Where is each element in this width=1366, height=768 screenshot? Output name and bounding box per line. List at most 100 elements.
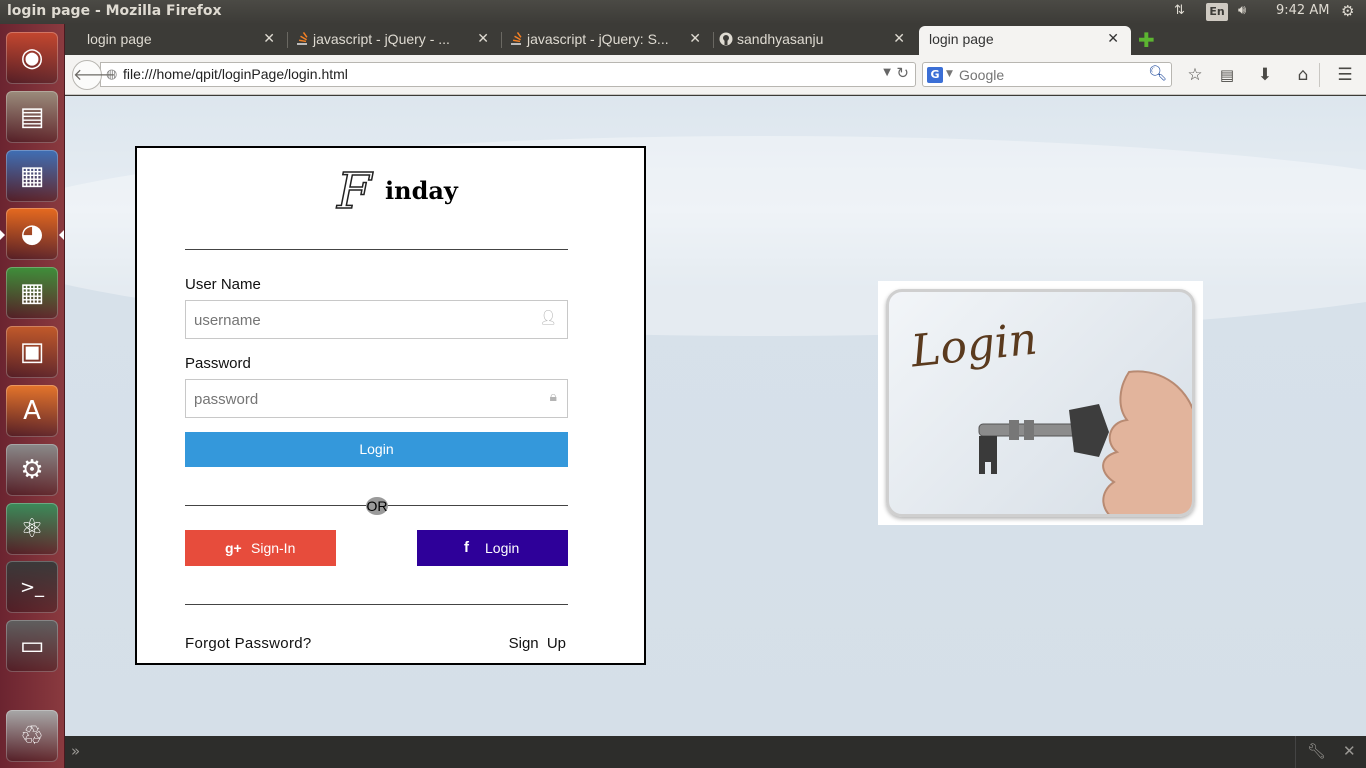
libreoffice-impress-glyph: ▣ (19, 337, 45, 367)
login-button[interactable]: Login (185, 432, 568, 467)
username-field[interactable]: 👤︎ (185, 300, 568, 339)
tab-label: javascript - jQuery: S... (527, 31, 669, 47)
stackoverflow-icon (297, 32, 308, 45)
facebook-login-button[interactable]: f Login (417, 530, 568, 566)
focused-indicator (59, 230, 64, 240)
tab-label: login page (87, 31, 152, 47)
trash-glyph: ♲ (20, 721, 44, 751)
magnifier-icon[interactable]: 🔍︎ (1148, 64, 1167, 82)
login-image-frame: Login (886, 289, 1195, 517)
tab-login-page-active[interactable]: login page ✕ (919, 26, 1131, 55)
bottom-bar: » 🔧︎ ✕ (65, 736, 1366, 768)
double-chevron-right-icon[interactable]: » (71, 742, 80, 760)
launcher: ◉ ▤ ▦ ◕ ▦ ▣ A ⚙ ⚛ >_ ▭ ♲ (0, 24, 65, 768)
sign-up-link[interactable]: Sign Up (509, 635, 566, 652)
files-glyph: ▤ (19, 102, 45, 132)
bookmark-star-icon[interactable]: ☆ (1183, 63, 1207, 87)
reload-icon[interactable]: ↻ (896, 64, 909, 82)
password-label: Password (185, 355, 251, 372)
github-icon (719, 32, 733, 46)
close-icon[interactable]: ✕ (689, 31, 701, 47)
tab-jquery-1[interactable]: javascript - jQuery - ... ✕ (291, 26, 501, 55)
terminal-glyph: >_ (19, 576, 45, 598)
search-input[interactable] (959, 65, 1149, 85)
software-center-glyph: A (23, 396, 41, 426)
wrench-icon[interactable]: 🔧︎ (1307, 742, 1326, 760)
tab-label: javascript - jQuery - ... (313, 31, 450, 47)
keyboard-layout-indicator[interactable]: En (1206, 3, 1228, 21)
login-card: F inday User Name 👤︎ Password 🔒︎ Login O… (135, 146, 646, 665)
divider-top (185, 249, 568, 250)
atom-editor-glyph: ⚛ (20, 514, 44, 544)
or-divider-label: OR (366, 497, 388, 515)
close-icon[interactable]: ✕ (263, 31, 275, 47)
tab-label: login page (929, 31, 994, 47)
password-input[interactable] (194, 388, 534, 410)
username-label: User Name (185, 276, 261, 293)
google-engine-icon[interactable]: G (927, 67, 943, 83)
firefox-icon[interactable]: ◕ (6, 208, 58, 260)
navigation-toolbar: ◍ file:///home/qpit/loginPage/login.html… (65, 55, 1366, 95)
save-disk-icon[interactable]: ▭ (6, 620, 58, 672)
tab-jquery-2[interactable]: javascript - jQuery: S... ✕ (505, 26, 713, 55)
libreoffice-calc-glyph: ▦ (19, 278, 45, 308)
search-bar[interactable]: G ▼ 🔍︎ (922, 62, 1172, 87)
system-settings-icon[interactable]: ⚙ (6, 444, 58, 496)
new-tab-plus-icon[interactable]: ✚ (1138, 28, 1155, 52)
tab-strip: login page ✕ javascript - jQuery - ... ✕… (65, 24, 1366, 55)
terminal-icon[interactable]: >_ (6, 561, 58, 613)
software-center-icon[interactable]: A (6, 385, 58, 437)
divider-bottom (185, 604, 568, 605)
user-icon: 👤︎ (539, 310, 557, 326)
libreoffice-impress-icon[interactable]: ▣ (6, 326, 58, 378)
url-text[interactable]: file:///home/qpit/loginPage/login.html (123, 66, 348, 82)
facebook-icon: f (464, 539, 469, 556)
forgot-password-link[interactable]: Forgot Password? (185, 635, 312, 652)
close-icon[interactable]: ✕ (477, 31, 489, 47)
system-top-bar: login page - Mozilla Firefox ⇅ En 🔊︎ 9:4… (0, 0, 1366, 24)
chevron-down-icon[interactable]: ▼ (946, 69, 953, 79)
ubuntu-dash-icon[interactable]: ◉ (6, 32, 58, 84)
gear-icon[interactable]: ⚙ (1341, 2, 1354, 20)
speaker-icon[interactable]: 🔊︎ (1238, 3, 1246, 18)
toolbar-separator (1319, 63, 1320, 87)
google-signin-label: Sign-In (251, 540, 296, 556)
libreoffice-calc-icon[interactable]: ▦ (6, 267, 58, 319)
bookmarks-list-icon[interactable]: ▤ (1215, 63, 1239, 87)
home-icon[interactable]: ⌂ (1291, 63, 1315, 87)
tab-github[interactable]: sandhyasanju ✕ (715, 26, 917, 55)
atom-editor-icon[interactable]: ⚛ (6, 503, 58, 555)
trash-icon[interactable]: ♲ (6, 710, 58, 762)
stackoverflow-icon (511, 32, 522, 45)
libreoffice-writer-icon[interactable]: ▦ (6, 150, 58, 202)
running-indicator (0, 230, 5, 240)
tab-separator (713, 32, 714, 48)
save-disk-glyph: ▭ (19, 631, 45, 661)
system-settings-glyph: ⚙ (20, 455, 44, 485)
back-button[interactable]: 🡐 (72, 60, 116, 90)
password-field[interactable]: 🔒︎ (185, 379, 568, 418)
clock[interactable]: 9:42 AM (1276, 3, 1329, 18)
download-arrow-icon[interactable]: ⬇ (1253, 63, 1277, 87)
brand-initial: F (336, 161, 372, 221)
url-bar[interactable]: ◍ file:///home/qpit/loginPage/login.html… (100, 62, 916, 87)
tab-label: sandhyasanju (737, 31, 824, 47)
tab-login-page-1[interactable]: login page ✕ (65, 26, 287, 55)
chevron-down-icon[interactable]: ▼ (883, 67, 891, 78)
arrow-left-icon: 🡐 (73, 65, 116, 84)
username-input[interactable] (194, 309, 534, 331)
facebook-login-label: Login (485, 540, 520, 556)
close-icon[interactable]: ✕ (1107, 31, 1119, 47)
libreoffice-writer-glyph: ▦ (19, 161, 45, 191)
files-icon[interactable]: ▤ (6, 91, 58, 143)
login-key-image: Login (878, 281, 1203, 525)
hamburger-menu-icon[interactable]: ☰ (1333, 63, 1357, 87)
close-icon[interactable]: ✕ (1343, 742, 1356, 760)
bar-separator (1295, 736, 1296, 768)
google-signin-button[interactable]: g+ Sign-In (185, 530, 336, 566)
network-transfer-icon[interactable]: ⇅ (1174, 3, 1185, 18)
google-plus-icon: g+ (225, 540, 242, 556)
close-icon[interactable]: ✕ (893, 31, 905, 47)
tab-separator (501, 32, 502, 48)
ubuntu-dash-glyph: ◉ (20, 43, 44, 73)
